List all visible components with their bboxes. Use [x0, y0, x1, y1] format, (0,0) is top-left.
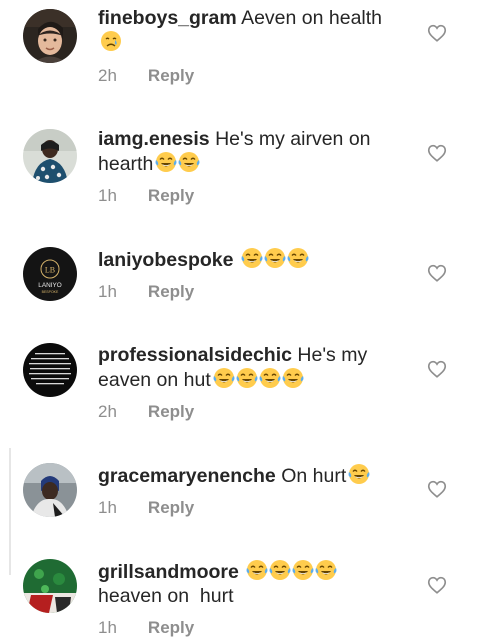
comment-text-block: gracemaryenenche On hurt	[98, 463, 416, 488]
avatar-brand-name: LANIYO	[38, 282, 61, 289]
comment-text-block: professionalsidechic He's my eaven on hu…	[98, 343, 416, 392]
avatar[interactable]	[23, 9, 77, 63]
avatar[interactable]: LB LANIYO BESPOKE	[23, 247, 77, 301]
face-with-tears-of-joy-icon	[269, 559, 291, 581]
comment-timestamp: 1h	[98, 186, 117, 205]
face-with-tears-of-joy-icon	[348, 463, 370, 485]
comment-meta: 2h Reply	[98, 66, 194, 86]
comment-username[interactable]: gracemaryenenche	[98, 465, 276, 487]
reply-button[interactable]: Reply	[148, 282, 194, 302]
comment-text-block: laniyobespoke	[98, 247, 416, 272]
face-with-tears-of-joy-icon	[292, 559, 314, 581]
face-with-tears-of-joy-icon	[264, 247, 286, 269]
face-with-tears-of-joy-icon	[246, 559, 268, 581]
face-with-tears-of-joy-icon	[155, 151, 177, 173]
emoji-group	[100, 30, 122, 52]
comment-username[interactable]: iamg.enesis	[98, 128, 210, 150]
avatar[interactable]	[23, 343, 77, 397]
comment-username[interactable]: laniyobespoke	[98, 249, 233, 271]
avatar-monogram: LB	[45, 266, 55, 275]
heart-outline-icon[interactable]	[426, 478, 448, 500]
comment-timestamp: 1h	[98, 282, 117, 301]
face-with-tears-of-joy-icon	[287, 247, 309, 269]
comment-body: On hurt	[281, 465, 347, 487]
reply-button[interactable]: Reply	[148, 618, 194, 638]
face-with-tears-of-joy-icon	[241, 247, 263, 269]
comment-timestamp: 2h	[98, 402, 117, 421]
avatar[interactable]	[23, 559, 77, 613]
reply-button[interactable]: Reply	[148, 66, 194, 86]
emoji-group	[213, 367, 304, 389]
comment-text-block: fineboys_gram Aeven on health	[98, 6, 416, 55]
emoji-group	[348, 463, 370, 485]
emoji-group	[155, 151, 200, 173]
comment-body: heaven on hurt	[98, 585, 234, 607]
comment-meta: 1h Reply	[98, 282, 194, 302]
comment-body: Aeven on health	[241, 7, 383, 29]
comments-list: fineboys_gram Aeven on health 2h Reply i…	[0, 0, 477, 637]
avatar[interactable]	[23, 129, 77, 183]
heart-outline-icon[interactable]	[426, 358, 448, 380]
heart-outline-icon[interactable]	[426, 22, 448, 44]
face-with-tears-of-joy-icon	[259, 367, 281, 389]
comment-text-block: grillsandmoore heaven on hurt	[98, 559, 416, 608]
emoji-group	[241, 247, 309, 269]
face-with-tears-of-joy-icon	[178, 151, 200, 173]
comment-username[interactable]: grillsandmoore	[98, 561, 239, 583]
comment-username[interactable]: fineboys_gram	[98, 7, 237, 29]
comment-timestamp: 1h	[98, 498, 117, 517]
thread-divider-line	[9, 448, 11, 575]
emoji-group	[246, 559, 337, 581]
comment-timestamp: 1h	[98, 618, 117, 637]
comment-meta: 2h Reply	[98, 402, 194, 422]
reply-button[interactable]: Reply	[148, 402, 194, 422]
comment-username[interactable]: professionalsidechic	[98, 344, 292, 366]
face-with-tears-of-joy-icon	[282, 367, 304, 389]
heart-outline-icon[interactable]	[426, 574, 448, 596]
face-with-tears-of-joy-icon	[236, 367, 258, 389]
reply-button[interactable]: Reply	[148, 186, 194, 206]
reply-button[interactable]: Reply	[148, 498, 194, 518]
comment-timestamp: 2h	[98, 66, 117, 85]
comment-meta: 1h Reply	[98, 186, 194, 206]
avatar-brand-tagline: BESPOKE	[42, 290, 59, 294]
heart-outline-icon[interactable]	[426, 142, 448, 164]
avatar[interactable]	[23, 463, 77, 517]
comment-text-block: iamg.enesis He's my airven on hearth	[98, 127, 416, 176]
face-with-tears-of-joy-icon	[315, 559, 337, 581]
comment-meta: 1h Reply	[98, 498, 194, 518]
comment-meta: 1h Reply	[98, 618, 194, 638]
crying-face-icon	[100, 30, 122, 52]
face-with-tears-of-joy-icon	[213, 367, 235, 389]
heart-outline-icon[interactable]	[426, 262, 448, 284]
